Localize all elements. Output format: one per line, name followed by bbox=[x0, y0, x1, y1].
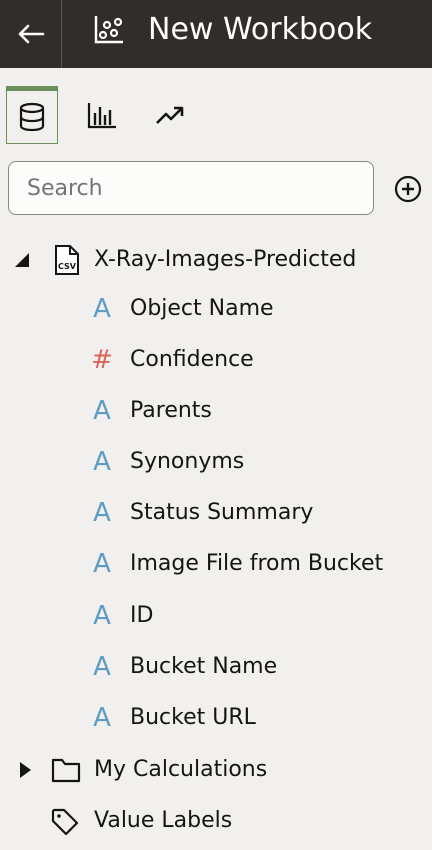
back-arrow-icon bbox=[18, 24, 44, 44]
column-label: Status Summary bbox=[130, 500, 314, 525]
csv-file-icon: CSV bbox=[55, 245, 79, 275]
text-attribute-icon: A bbox=[93, 601, 111, 631]
column-label: Confidence bbox=[130, 347, 254, 372]
column-item[interactable]: # Confidence bbox=[0, 340, 432, 380]
text-attribute-icon: A bbox=[93, 447, 111, 477]
text-attribute-icon: A bbox=[93, 294, 111, 324]
text-attribute-icon: A bbox=[93, 703, 111, 733]
column-label: ID bbox=[130, 603, 154, 628]
page-title: New Workbook bbox=[148, 12, 373, 47]
column-item[interactable]: A Bucket URL bbox=[0, 698, 432, 738]
numeric-measure-icon: # bbox=[91, 345, 113, 375]
column-label: Synonyms bbox=[130, 449, 245, 474]
dataset-name: X-Ray-Images-Predicted bbox=[94, 247, 357, 272]
text-attribute-icon: A bbox=[93, 396, 111, 426]
value-labels-row[interactable]: Value Labels bbox=[0, 801, 432, 841]
column-item[interactable]: A Synonyms bbox=[0, 442, 432, 482]
text-attribute-icon: A bbox=[93, 549, 111, 579]
my-calculations-row[interactable]: My Calculations bbox=[0, 750, 432, 790]
column-item[interactable]: A ID bbox=[0, 596, 432, 636]
column-label: Object Name bbox=[130, 296, 274, 321]
bar-chart-icon bbox=[87, 103, 116, 129]
my-calculations-label: My Calculations bbox=[94, 757, 268, 782]
column-label: Parents bbox=[130, 398, 212, 423]
workbook-icon bbox=[94, 16, 123, 44]
tab-visualizations[interactable] bbox=[76, 86, 128, 144]
search-input[interactable] bbox=[8, 161, 374, 215]
column-item[interactable]: A Status Summary bbox=[0, 493, 432, 533]
text-attribute-icon: A bbox=[93, 652, 111, 682]
folder-icon bbox=[51, 758, 81, 783]
column-item[interactable]: A Object Name bbox=[0, 289, 432, 329]
column-item[interactable]: A Image File from Bucket bbox=[0, 544, 432, 584]
value-labels-label: Value Labels bbox=[94, 808, 233, 833]
tab-analytics[interactable] bbox=[144, 86, 196, 144]
column-label: Bucket URL bbox=[130, 705, 256, 730]
column-label: Bucket Name bbox=[130, 654, 278, 679]
expand-triangle-icon[interactable] bbox=[18, 761, 32, 779]
dataset-row[interactable]: CSV X-Ray-Images-Predicted bbox=[0, 240, 432, 280]
trend-arrow-icon bbox=[156, 106, 184, 124]
csv-icon-text: CSV bbox=[58, 262, 77, 271]
text-attribute-icon: A bbox=[93, 498, 111, 528]
back-button[interactable] bbox=[0, 0, 61, 68]
tag-icon bbox=[51, 808, 79, 836]
column-item[interactable]: A Parents bbox=[0, 391, 432, 431]
collapse-triangle-icon[interactable] bbox=[14, 252, 30, 268]
header-bar: New Workbook bbox=[0, 0, 432, 68]
header-divider bbox=[61, 0, 62, 68]
database-icon bbox=[19, 102, 45, 132]
add-data-button[interactable] bbox=[393, 174, 423, 204]
tab-data[interactable] bbox=[6, 86, 58, 144]
column-label: Image File from Bucket bbox=[130, 551, 384, 576]
column-item[interactable]: A Bucket Name bbox=[0, 647, 432, 687]
